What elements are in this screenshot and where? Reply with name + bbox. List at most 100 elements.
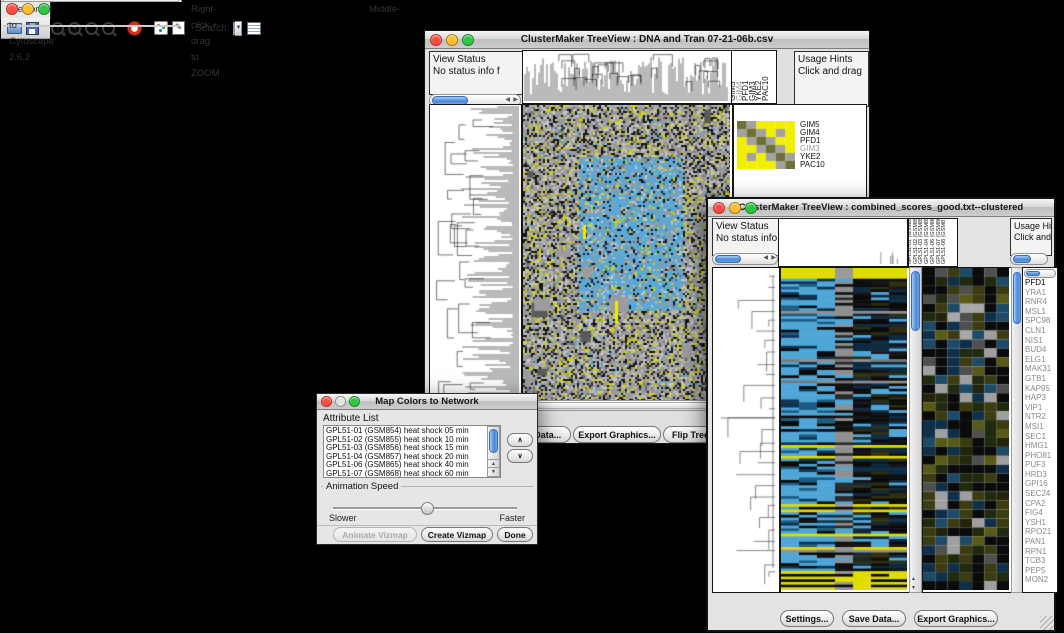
column-dendrogram[interactable] xyxy=(778,218,908,267)
treeview1-button-export-graphics[interactable]: Export Graphics... xyxy=(573,426,661,443)
gene-list-panel: PFD1YRA1RNR4MSL1SPC98CLN1NIS1BUD4ELG1MAK… xyxy=(1022,267,1058,593)
minimize-button[interactable] xyxy=(729,202,741,214)
gene-label[interactable]: MAK31 xyxy=(1025,364,1051,374)
slower-label: Slower xyxy=(329,513,357,523)
minimize-button[interactable] xyxy=(22,3,34,15)
dialog-button-create-vizmap[interactable]: Create Vizmap xyxy=(421,527,493,542)
help-ring-icon[interactable] xyxy=(127,20,142,36)
minimize-button[interactable] xyxy=(446,34,458,46)
dialog-title-bar[interactable]: Map Colors to Network xyxy=(317,394,537,410)
zoom-in-icon[interactable]: + xyxy=(68,20,81,36)
search-dropdown-button[interactable]: ▼ xyxy=(235,21,242,36)
treeview2-heatmap[interactable] xyxy=(780,267,910,593)
close-button[interactable] xyxy=(430,34,442,46)
view-status-box: View StatusNo status info f xyxy=(429,51,525,95)
column-label: GPL51-08 (GSM872) xyxy=(941,218,947,264)
gene-label[interactable]: TCB3 xyxy=(1025,556,1051,566)
gene-label[interactable]: FIG4 xyxy=(1025,508,1051,518)
animation-speed-label: Animation Speed xyxy=(323,481,401,492)
gene-label[interactable]: ELG1 xyxy=(1025,355,1051,365)
zoom-button[interactable] xyxy=(349,396,360,407)
gene-label[interactable]: YRA1 xyxy=(1025,288,1051,298)
gene-label[interactable]: GPI16 xyxy=(1025,479,1051,489)
slider-thumb[interactable] xyxy=(421,502,434,515)
treeview2-window: ClusterMaker TreeView : combined_scores_… xyxy=(706,197,1056,632)
zoom-button[interactable] xyxy=(462,34,474,46)
gene-label[interactable]: GTB1 xyxy=(1025,374,1051,384)
treeview2-column-labels: GPL51-01 (GSM854)GPL51-02 (GSM855)GPL51-… xyxy=(908,218,958,267)
gene-label[interactable]: BUD4 xyxy=(1025,345,1051,355)
treeview2-title-bar[interactable]: ClusterMaker TreeView : combined_scores_… xyxy=(708,199,1054,217)
usage-hints-box: Usage HiClick and xyxy=(1010,218,1052,256)
treeview2-button-settings[interactable]: Settings... xyxy=(780,610,834,627)
gene-label[interactable]: YSH1 xyxy=(1025,518,1051,528)
heatmap-vscrollbar[interactable]: ▲▼ xyxy=(909,267,922,593)
gene-label[interactable]: HAP3 xyxy=(1025,393,1051,403)
status-hint-zoom: Right-click + drag to ZOOM xyxy=(191,2,220,82)
treeview1-column-labels: GIM5GIM4PFD1GIM3YKE2PAC10 xyxy=(731,50,777,104)
gene-label[interactable]: HRD3 xyxy=(1025,470,1051,480)
gene-label[interactable]: RPO21 xyxy=(1025,527,1051,537)
vizmapper-icon[interactable] xyxy=(154,20,168,36)
gene-label[interactable]: NIS1 xyxy=(1025,336,1051,346)
column-dendrogram[interactable] xyxy=(522,50,733,104)
attribute-table-icon[interactable] xyxy=(247,20,261,36)
gene-label[interactable]: SEC1 xyxy=(1025,432,1051,442)
genelist-hscrollbar[interactable] xyxy=(1024,269,1056,278)
cytoscape-main-window: Cytoscape Desktop (Session Name: collins… xyxy=(0,0,51,19)
close-button[interactable] xyxy=(713,202,725,214)
minimize-button[interactable] xyxy=(335,396,346,407)
gene-label[interactable]: PHO81 xyxy=(1025,451,1051,461)
view-status-scrollbar[interactable]: ◀▶ xyxy=(712,253,778,265)
gene-label[interactable]: HMG1 xyxy=(1025,441,1051,451)
treeview1-title: ClusterMaker TreeView : DNA and Tran 07-… xyxy=(425,34,869,45)
column-label: PAC10 xyxy=(761,76,770,101)
treeview2-subheatmap[interactable] xyxy=(922,267,1012,593)
gene-label[interactable]: VIP1 xyxy=(1025,403,1051,413)
dialog-button-done[interactable]: Done xyxy=(497,527,533,542)
gene-label[interactable]: PAN1 xyxy=(1025,537,1051,547)
row-dendrogram[interactable] xyxy=(712,267,780,593)
close-button[interactable] xyxy=(6,3,18,15)
move-up-button[interactable]: ∧ xyxy=(507,433,533,447)
gene-label[interactable]: KAP95 xyxy=(1025,384,1051,394)
treeview2-button-export-graphics[interactable]: Export Graphics... xyxy=(914,610,998,627)
gene-label[interactable]: MSI1 xyxy=(1025,422,1051,432)
gene-label[interactable]: SEC24 xyxy=(1025,489,1051,499)
gene-label[interactable]: PUF3 xyxy=(1025,460,1051,470)
treeview2-button-save-data[interactable]: Save Data... xyxy=(842,610,906,627)
scroll-down-arrow[interactable]: ▼ xyxy=(488,467,499,476)
gene-label[interactable]: MON2 xyxy=(1025,575,1051,585)
gene-label[interactable]: PFD1 xyxy=(1025,278,1051,288)
usage-hints-scrollbar[interactable] xyxy=(1010,253,1048,265)
gene-label[interactable]: SPC98 xyxy=(1025,316,1051,326)
attribute-item[interactable]: GPL51-07 (GSM868) heat shock 60 min xyxy=(326,470,487,478)
attribute-list-scrollbar[interactable]: ▲ ▼ xyxy=(487,426,500,477)
attribute-listbox[interactable]: GPL51-01 (GSM854) heat shock 05 minGPL51… xyxy=(323,425,501,478)
gene-label[interactable]: MSL1 xyxy=(1025,307,1051,317)
zoom-button[interactable] xyxy=(38,3,50,15)
treeview1-title-bar[interactable]: ClusterMaker TreeView : DNA and Tran 07-… xyxy=(425,31,869,49)
gene-label[interactable]: RNR4 xyxy=(1025,297,1051,307)
row-dendrogram[interactable] xyxy=(429,104,522,411)
desktop: Cytoscape Desktop (Session Name: collins… xyxy=(0,0,1064,633)
gene-label[interactable]: NTR2 xyxy=(1025,412,1051,422)
close-button[interactable] xyxy=(321,396,332,407)
gene-label[interactable]: RPN1 xyxy=(1025,547,1051,557)
treeview1-heatmap[interactable] xyxy=(522,104,733,411)
zoom-button[interactable] xyxy=(745,202,757,214)
animation-speed-slider[interactable] xyxy=(333,502,517,514)
resize-grip[interactable] xyxy=(1040,616,1054,630)
annotation-icon[interactable]: ✎ xyxy=(172,20,185,36)
zoom-selected-icon[interactable]: ▫ xyxy=(102,20,115,36)
move-down-button[interactable]: ∨ xyxy=(507,449,533,463)
window-controls[interactable] xyxy=(6,3,50,15)
treeview1-subheatmap[interactable] xyxy=(737,121,795,169)
dialog-button-animate-vizmap[interactable]: Animate Vizmap xyxy=(333,527,417,542)
treeview1-row-labels: GIM5GIM4PFD1GIM3YKE2PAC10 xyxy=(800,121,825,169)
gene-label[interactable]: PEP5 xyxy=(1025,566,1051,576)
gene-label[interactable]: CLN1 xyxy=(1025,326,1051,336)
gene-label[interactable]: CPA2 xyxy=(1025,499,1051,509)
heatmap-hscrollbar[interactable] xyxy=(525,400,727,411)
zoom-fit-icon[interactable] xyxy=(85,20,98,36)
